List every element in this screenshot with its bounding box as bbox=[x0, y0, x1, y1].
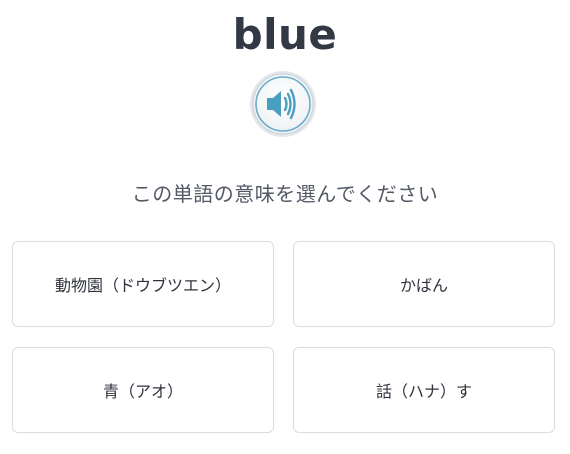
speaker-icon bbox=[250, 71, 316, 137]
choice-label: 話（ハナ）す bbox=[375, 382, 472, 401]
choice-label: 青（アオ） bbox=[102, 382, 183, 401]
choice-button-3[interactable]: 青（アオ） bbox=[12, 347, 274, 433]
question-prompt: この単語の意味を選んでください bbox=[131, 182, 439, 206]
choice-label: かばん bbox=[399, 276, 448, 295]
play-audio-button[interactable] bbox=[248, 69, 318, 139]
choice-button-1[interactable]: 動物園（ドウブツエン） bbox=[12, 241, 274, 327]
choice-button-2[interactable]: かばん bbox=[293, 241, 555, 327]
choice-button-4[interactable]: 話（ハナ）す bbox=[293, 347, 555, 433]
choice-label: 動物園（ドウブツエン） bbox=[54, 276, 231, 295]
quiz-word: blue bbox=[232, 10, 338, 59]
